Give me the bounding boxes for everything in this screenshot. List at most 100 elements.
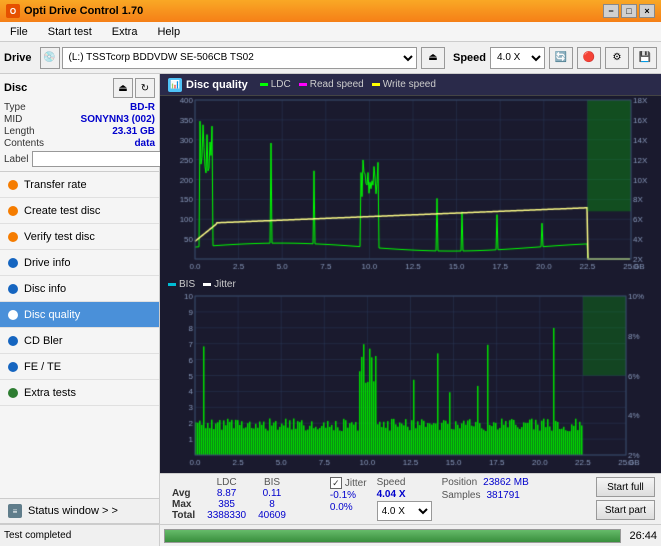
max-bis: 8 [252,499,292,510]
bottom-chart [160,292,661,473]
samples-value: 381791 [486,490,519,501]
legend-writespeed-label: Write speed [383,79,436,90]
extra-tests-icon [8,388,18,398]
save-button[interactable]: 💾 [633,47,657,69]
chart-legend: LDC Read speed Write speed [260,79,436,90]
disc-label-input[interactable] [32,151,170,167]
contents-value: data [134,138,155,149]
settings-button[interactable]: ⚙ [605,47,629,69]
speed-stats-value: 4.04 X [377,489,432,500]
main-area: Disc ⏏ ↻ Type BD-R MID SONYNN3 (002) Len… [0,74,661,524]
menu-help[interactable]: Help [151,25,186,39]
disc-label-key: Label [4,154,28,165]
top-chart-container [160,96,661,277]
disc-section-title: Disc [4,82,27,94]
avg-ldc: 8.87 [201,488,252,499]
sidebar-item-disc-quality[interactable]: Disc quality [0,302,159,328]
drive-toolbar: Drive 💿 (L:) TSSTcorp BDDVDW SE-506CB TS… [0,42,661,74]
legend-writespeed-color [372,83,380,86]
mid-value: SONYNN3 (002) [81,114,155,125]
legend-jitter-label: Jitter [214,279,236,290]
transfer-rate-label: Transfer rate [24,179,87,191]
bottom-status-bar: Test completed 26:44 [0,524,661,546]
maximize-button[interactable]: □ [621,4,637,18]
app-title: Opti Drive Control 1.70 [24,5,143,17]
disc-quality-label: Disc quality [24,309,80,321]
nav-items: Transfer rate Create test disc Verify test… [0,172,159,406]
status-window-button[interactable]: ≡ Status window > > [0,498,159,524]
position-section: Position 23862 MB Samples 381791 [442,477,529,501]
start-part-button[interactable]: Start part [596,500,655,520]
eject-button[interactable]: ⏏ [421,47,445,69]
title-bar: O Opti Drive Control 1.70 − □ × [0,0,661,22]
disc-refresh-icon[interactable]: ↻ [135,78,155,98]
max-label: Max [166,499,201,510]
bottom-chart-legend: BIS Jitter [160,277,661,292]
close-button[interactable]: × [639,4,655,18]
create-test-disc-label: Create test disc [24,205,100,217]
speed-select[interactable]: 4.0 X [490,47,545,69]
sidebar-item-verify-test-disc[interactable]: Verify test disc [0,224,159,250]
col-ldc: LDC [201,477,252,488]
status-text: Test completed [4,530,71,541]
app-icon: O [6,4,20,18]
jitter-avg-val: -0.1% [330,490,367,501]
start-full-button[interactable]: Start full [596,477,655,497]
sidebar-item-cd-bler[interactable]: CD Bler [0,328,159,354]
sidebar-item-create-test-disc[interactable]: Create test disc [0,198,159,224]
total-bis: 40609 [252,510,292,521]
legend-ldc-label: LDC [271,79,291,90]
menu-start-test[interactable]: Start test [42,25,98,39]
progress-time: 26:44 [629,530,657,542]
disc-panel: Disc ⏏ ↻ Type BD-R MID SONYNN3 (002) Len… [0,74,159,172]
avg-bis: 0.11 [252,488,292,499]
speed-stats-dropdown[interactable]: 4.0 X [377,501,432,521]
legend-bis-label: BIS [179,279,195,290]
chart-icon: 📊 [168,78,182,92]
status-window-icon: ≡ [8,504,22,518]
transfer-rate-icon [8,180,18,190]
sidebar-item-extra-tests[interactable]: Extra tests [0,380,159,406]
jitter-max-val: 0.0% [330,502,367,513]
sidebar-item-disc-info[interactable]: Disc info [0,276,159,302]
menu-file[interactable]: File [4,25,34,39]
legend-readspeed-color [299,83,307,86]
jitter-label: Jitter [345,478,367,489]
menu-extra[interactable]: Extra [106,25,144,39]
progress-bar-fill [165,530,620,542]
progress-bar-bg [164,529,621,543]
fe-te-label: FE / TE [24,361,61,373]
samples-label: Samples [442,490,481,501]
drive-info-icon [8,258,18,268]
drive-label: Drive [4,52,32,64]
fe-te-icon [8,362,18,372]
speed-label: Speed [453,52,486,64]
drive-select[interactable]: (L:) TSSTcorp BDDVDW SE-506CB TS02 [62,47,417,69]
top-chart [160,96,661,277]
minimize-button[interactable]: − [603,4,619,18]
legend-bis-color [168,283,176,286]
start-buttons: Start full Start part [596,477,655,520]
chart-header: 📊 Disc quality LDC Read speed Write spee… [160,74,661,96]
cd-bler-icon [8,336,18,346]
chart-title: Disc quality [186,79,248,91]
stats-bar: LDC BIS Avg 8.87 0.11 Max 385 8 [160,473,661,524]
sidebar-item-drive-info[interactable]: Drive info [0,250,159,276]
position-label: Position [442,477,478,488]
jitter-checkbox[interactable]: ✓ [330,477,342,489]
sidebar-item-fe-te[interactable]: FE / TE [0,354,159,380]
mid-label: MID [4,114,22,125]
legend-readspeed-label: Read speed [310,79,364,90]
type-value: BD-R [130,102,155,113]
burn-button[interactable]: 🔴 [577,47,601,69]
sidebar-item-transfer-rate[interactable]: Transfer rate [0,172,159,198]
total-label: Total [166,510,201,521]
length-label: Length [4,126,35,137]
verify-test-disc-label: Verify test disc [24,231,95,243]
refresh-button[interactable]: 🔄 [549,47,573,69]
total-ldc: 3388330 [201,510,252,521]
legend-jitter-color [203,283,211,286]
menu-bar: File Start test Extra Help [0,22,661,42]
disc-eject-icon[interactable]: ⏏ [113,78,133,98]
position-value: 23862 MB [483,477,529,488]
